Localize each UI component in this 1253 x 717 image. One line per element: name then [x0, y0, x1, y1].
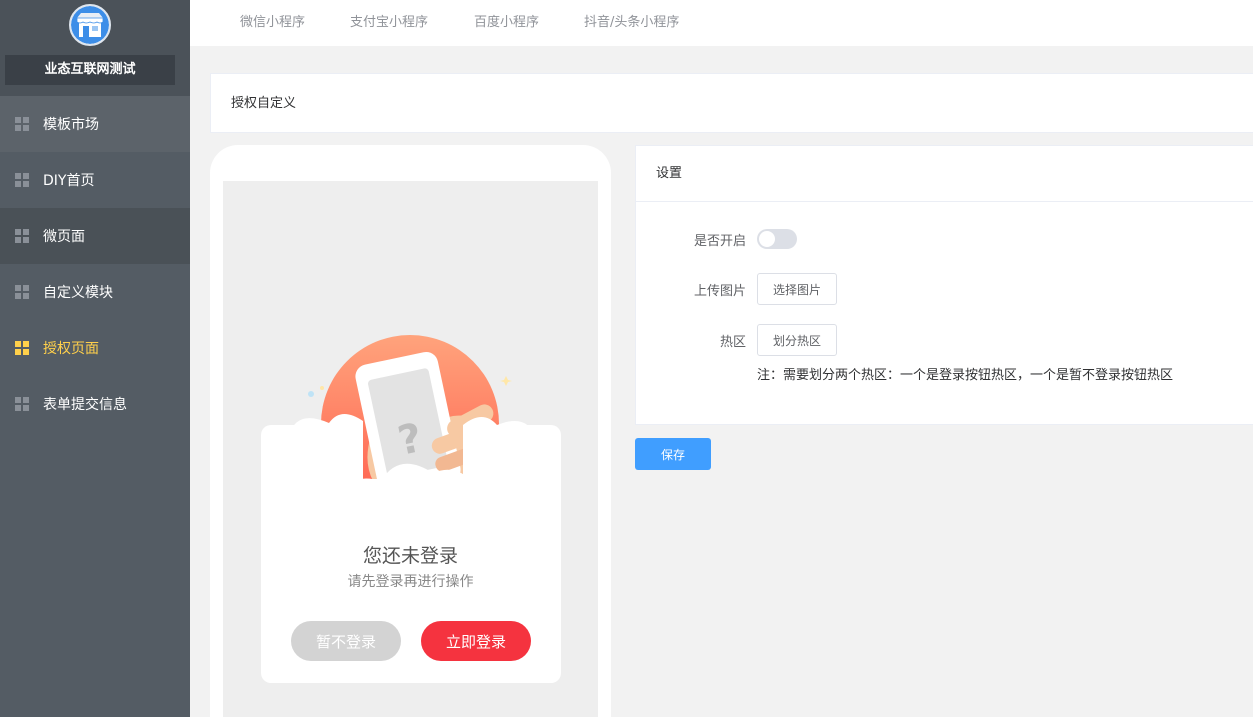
switch-knob [759, 231, 775, 247]
login-now-button[interactable]: 立即登录 [421, 621, 531, 661]
login-illustration-icon: ? [261, 335, 561, 531]
settings-title: 设置 [656, 166, 683, 181]
brand-area: 业态互联网测试 [0, 0, 190, 96]
save-button[interactable]: 保存 [635, 438, 711, 470]
sidebar-item-template-market[interactable]: 模板市场 [0, 96, 190, 152]
grid-icon [15, 229, 29, 243]
skip-login-button[interactable]: 暂不登录 [291, 621, 401, 661]
upload-image-label: 上传图片 [693, 284, 746, 299]
sidebar-item-label: DIY首页 [43, 173, 95, 189]
page-title: 授权自定义 [231, 96, 297, 111]
choose-image-button[interactable]: 选择图片 [757, 273, 837, 305]
grid-icon [15, 117, 29, 131]
sidebar-item-form-submissions[interactable]: 表单提交信息 [0, 376, 190, 432]
divide-hotzone-button[interactable]: 划分热区 [757, 324, 837, 356]
settings-panel: 设置 是否开启 上传图片 选择图片 热区 划分热区 注：需要划分两个热区：一个是… [635, 145, 1253, 425]
enable-label: 是否开启 [693, 234, 746, 249]
sidebar-item-label: 微页面 [43, 229, 85, 245]
sidebar-item-auth-page[interactable]: 授权页面 [0, 320, 190, 376]
login-subtitle: 请先登录再进行操作 [347, 574, 474, 590]
grid-icon [15, 397, 29, 411]
grid-icon [15, 173, 29, 187]
hotzone-note: 注：需要划分两个热区：一个是登录按钮热区，一个是暂不登录按钮热区 [757, 368, 1174, 383]
phone-screen: ? 您还未登录 请先登录再进行操作 暂不登录 立即登录 [223, 181, 598, 717]
enable-switch[interactable] [757, 229, 797, 249]
platform-tabs: 微信小程序 支付宝小程序 百度小程序 抖音/头条小程序 [190, 0, 1253, 46]
sidebar-item-label: 模板市场 [43, 117, 99, 133]
shop-logo-icon [69, 4, 111, 46]
sidebar-item-micro-page[interactable]: 微页面 [0, 208, 190, 264]
sidebar-item-custom-module[interactable]: 自定义模块 [0, 264, 190, 320]
shop-name: 业态互联网测试 [5, 55, 175, 85]
sidebar-item-label: 自定义模块 [43, 285, 113, 301]
login-title: 您还未登录 [362, 545, 458, 567]
tab-alipay[interactable]: 支付宝小程序 [350, 0, 428, 46]
sidebar-item-label: 表单提交信息 [43, 397, 127, 413]
sidebar-item-diy-home[interactable]: DIY首页 [0, 152, 190, 208]
phone-preview: ? 您还未登录 请先登录再进行操作 暂不登录 立即登录 [210, 145, 611, 717]
settings-header: 设置 [636, 146, 1253, 202]
tab-douyin-toutiao[interactable]: 抖音/头条小程序 [584, 0, 679, 46]
hotzone-label: 热区 [719, 335, 746, 350]
grid-icon [15, 285, 29, 299]
sidebar-item-label: 授权页面 [43, 341, 99, 357]
grid-icon [15, 341, 29, 355]
sidebar: 业态互联网测试 模板市场 DIY首页 微页面 自定义模块 授权页面 表单提交信息 [0, 0, 190, 717]
page-title-card: 授权自定义 [210, 73, 1253, 133]
tab-wechat[interactable]: 微信小程序 [240, 0, 305, 46]
tab-baidu[interactable]: 百度小程序 [474, 0, 539, 46]
